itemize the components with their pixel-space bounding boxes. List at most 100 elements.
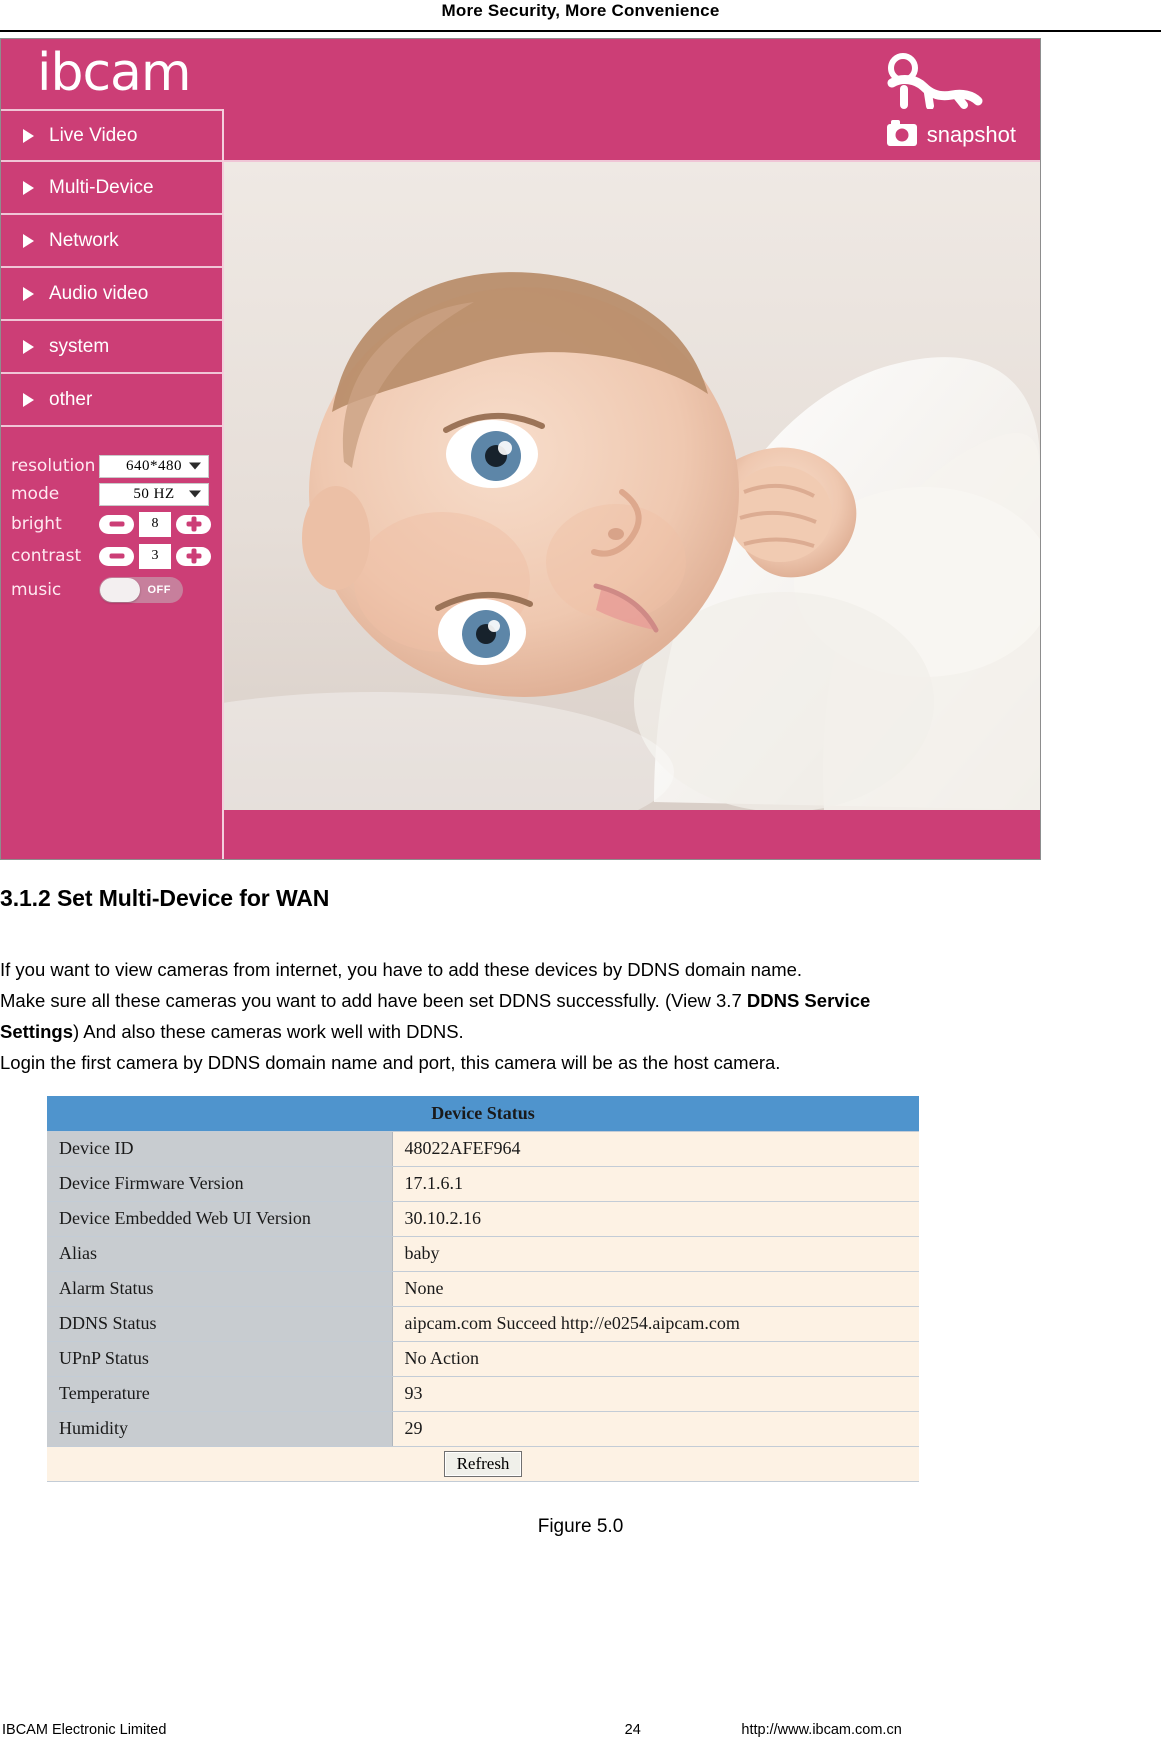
row-key: Device Embedded Web UI Version: [47, 1201, 393, 1237]
video-controls-panel: resolution 640*480 mode 50 HZ bright 8 c…: [1, 427, 222, 859]
page-title: 3.1.2 Set Multi-Device for WAN: [0, 885, 330, 911]
sidebar-item-label: Network: [49, 229, 119, 251]
bright-label: bright: [11, 514, 62, 534]
contrast-value[interactable]: 3: [139, 543, 171, 569]
document-body: 3.1.2 Set Multi-Device for WAN If you wa…: [0, 885, 1161, 1538]
paragraph-line-4: Login the first camera by DDNS domain na…: [0, 1052, 781, 1073]
music-toggle[interactable]: OFF: [99, 577, 183, 603]
camera-sidebar: Live Video Multi-Device Network Audio vi…: [1, 109, 224, 859]
sidebar-item-system[interactable]: system: [1, 321, 222, 374]
table-row: UPnP Status No Action: [47, 1341, 919, 1377]
sidebar-item-audio-video[interactable]: Audio video: [1, 268, 222, 321]
ddns-service-bold: DDNS Service: [746, 990, 871, 1011]
camera-icon: [886, 119, 917, 146]
resolution-select[interactable]: 640*480: [99, 454, 209, 478]
refresh-button[interactable]: Refresh: [443, 1450, 523, 1477]
row-value: 48022AFEF964: [392, 1131, 919, 1167]
device-status-figure: Device Status Device ID 48022AFEF964 Dev…: [47, 1096, 919, 1482]
table-row: Device ID 48022AFEF964: [47, 1131, 919, 1167]
row-value: 30.10.2.16: [392, 1201, 919, 1237]
paragraph-line-2: Make sure all these cameras you want to …: [0, 985, 1161, 1016]
crawling-baby-icon: [887, 53, 983, 109]
row-value: 93: [392, 1376, 919, 1412]
settings-bold: Settings: [0, 1021, 73, 1042]
triangle-right-icon: [23, 128, 34, 143]
sidebar-item-label: Multi-Device: [49, 176, 154, 198]
resolution-label: resolution: [11, 456, 96, 476]
table-row: Humidity 29: [47, 1411, 919, 1447]
chevron-down-icon: [189, 462, 201, 470]
row-value: baby: [392, 1236, 919, 1272]
music-row: music OFF: [11, 573, 222, 607]
baby-video-frame: [224, 162, 1040, 810]
bright-value[interactable]: 8: [139, 511, 171, 537]
triangle-right-icon: [23, 286, 34, 301]
sidebar-item-other[interactable]: other: [1, 374, 222, 427]
table-row: Device Embedded Web UI Version 30.10.2.1…: [47, 1201, 919, 1237]
row-value: aipcam.com Succeed http://e0254.aipcam.c…: [392, 1306, 919, 1342]
triangle-right-icon: [23, 233, 34, 248]
snapshot-bar: snapshot: [224, 109, 1040, 162]
resolution-value: 640*480: [126, 457, 182, 474]
resolution-row: resolution 640*480: [11, 453, 222, 479]
table-footer-row: Refresh: [47, 1446, 919, 1482]
row-key: UPnP Status: [47, 1341, 393, 1377]
sidebar-item-label: system: [49, 335, 110, 357]
triangle-right-icon: [23, 339, 34, 354]
paragraph-line-1: If you want to view cameras from interne…: [0, 959, 803, 980]
running-head: More Security, More Convenience: [0, 0, 1161, 30]
row-key: Device ID: [47, 1131, 393, 1167]
row-key: Humidity: [47, 1411, 393, 1447]
bright-increase-button[interactable]: [176, 514, 211, 534]
row-key: Temperature: [47, 1376, 393, 1412]
body-paragraph: If you want to view cameras from interne…: [0, 954, 1161, 1078]
toggle-knob: [100, 578, 140, 602]
contrast-increase-button[interactable]: [176, 546, 211, 566]
contrast-row: contrast 3: [11, 541, 222, 571]
device-status-title: Device Status: [47, 1096, 919, 1132]
bright-decrease-button[interactable]: [99, 514, 134, 534]
row-key: Device Firmware Version: [47, 1166, 393, 1202]
bright-row: bright 8: [11, 509, 222, 539]
mode-row: mode 50 HZ: [11, 481, 222, 507]
sidebar-item-label: other: [49, 388, 93, 410]
table-row: Temperature 93: [47, 1376, 919, 1412]
mode-select[interactable]: 50 HZ: [99, 482, 209, 506]
device-status-table: Device Status Device ID 48022AFEF964 Dev…: [47, 1096, 919, 1482]
triangle-right-icon: [23, 392, 34, 407]
live-video-area[interactable]: [224, 162, 1040, 810]
row-value: 17.1.6.1: [392, 1166, 919, 1202]
contrast-decrease-button[interactable]: [99, 546, 134, 566]
chevron-down-icon: [189, 490, 201, 498]
sidebar-item-network[interactable]: Network: [1, 215, 222, 268]
triangle-right-icon: [23, 180, 34, 195]
mode-value: 50 HZ: [133, 485, 175, 502]
table-row: Device Firmware Version 17.1.6.1: [47, 1166, 919, 1202]
footer-page-number: 24: [624, 1722, 641, 1738]
footer-url: http://www.ibcam.com.cn: [741, 1722, 902, 1738]
camera-web-ui-screenshot: ibcam Live Video Multi-Device Network Au…: [0, 38, 1041, 860]
row-value: 29: [392, 1411, 919, 1447]
music-toggle-state: OFF: [147, 584, 171, 596]
snapshot-button[interactable]: snapshot: [927, 122, 1016, 148]
paragraph-line-3-text: ) And also these cameras work well with …: [72, 1021, 464, 1042]
refresh-cell: Refresh: [47, 1446, 919, 1482]
ibcam-logo: ibcam: [37, 43, 192, 103]
sidebar-item-label: Live Video: [49, 124, 138, 146]
camera-main-pane: snapshot: [224, 109, 1040, 859]
figure-caption: Figure 5.0: [537, 1515, 624, 1537]
sidebar-item-live-video[interactable]: Live Video: [1, 109, 222, 162]
sidebar-item-multi-device[interactable]: Multi-Device: [1, 162, 222, 215]
paragraph-line-2-text: Make sure all these cameras you want to …: [0, 990, 747, 1011]
table-header-row: Device Status: [47, 1096, 919, 1132]
paragraph-line-3: Settings) And also these cameras work we…: [0, 1016, 1161, 1047]
camera-ui-header: ibcam: [1, 39, 1040, 109]
page-footer: IBCAM Electronic Limited 24 http://www.i…: [0, 1722, 1161, 1738]
sidebar-item-label: Audio video: [49, 282, 149, 304]
table-row: DDNS Status aipcam.com Succeed http://e0…: [47, 1306, 919, 1342]
row-value: No Action: [392, 1341, 919, 1377]
mode-label: mode: [11, 484, 60, 504]
table-row: Alarm Status None: [47, 1271, 919, 1307]
running-head-text: More Security, More Convenience: [441, 1, 720, 20]
music-label: music: [11, 580, 62, 600]
